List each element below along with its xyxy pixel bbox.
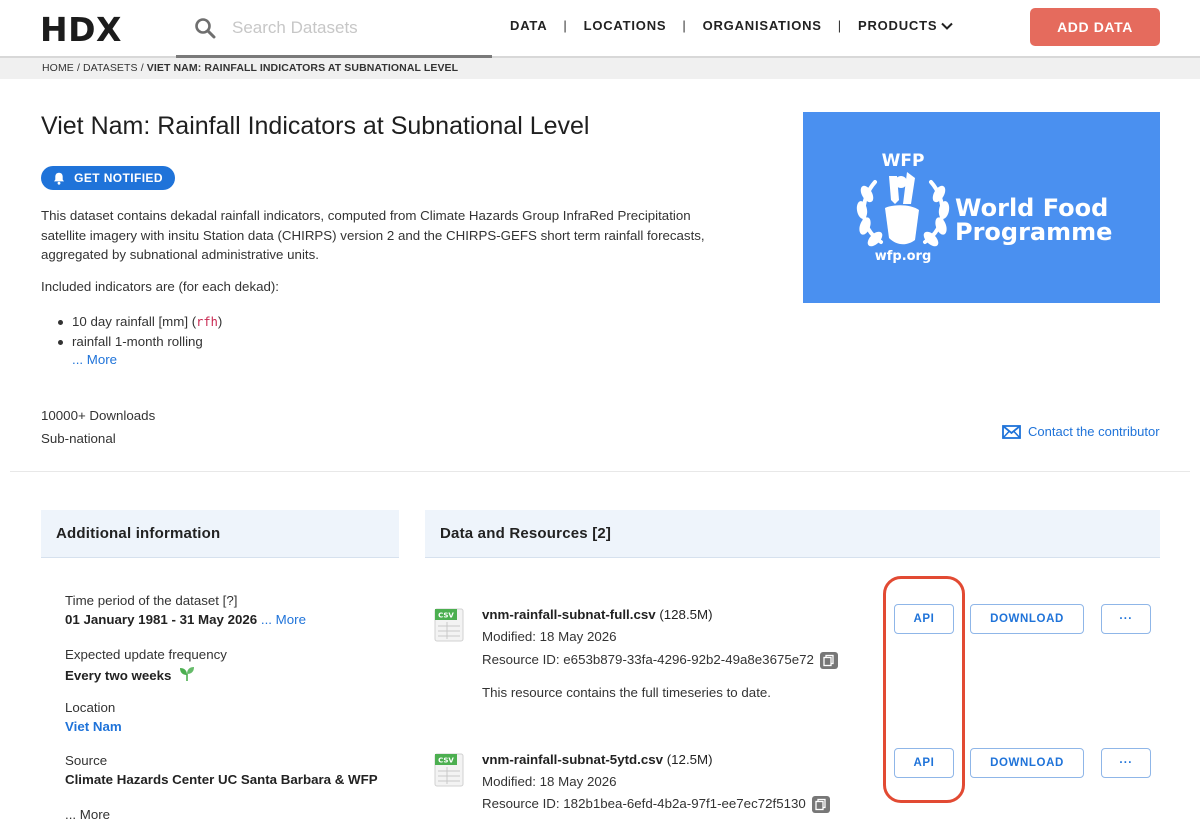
- wfp-logo-graphic: WFP wfp.org World Food Programme: [856, 151, 1112, 264]
- data-granularity: Sub-national: [41, 431, 116, 446]
- search-input[interactable]: [232, 16, 482, 40]
- description-line: This dataset contains dekadal rainfall i…: [41, 208, 691, 223]
- nav-products[interactable]: PRODUCTS: [857, 18, 954, 33]
- indicators-intro: Included indicators are (for each dekad)…: [41, 279, 280, 294]
- organisation-logo[interactable]: WFP wfp.org World Food Programme: [803, 112, 1160, 303]
- nav-separator: |: [563, 18, 568, 33]
- add-data-button[interactable]: ADD DATA: [1030, 8, 1160, 46]
- wfp-acronym: WFP: [882, 151, 925, 171]
- time-period-value: 01 January 1981 - 31 May 2026 ... More: [65, 612, 306, 627]
- resource-name: vnm-rainfall-subnat-full.csv: [482, 607, 656, 622]
- time-period-text: 01 January 1981 - 31 May 2026: [65, 612, 258, 627]
- download-button[interactable]: DOWNLOAD: [970, 748, 1084, 778]
- indicator-code: rfh: [196, 315, 218, 329]
- indicators-list: 10 day rainfall [mm] (rfh) rainfall 1-mo…: [58, 312, 222, 352]
- breadcrumb: HOME / DATASETS / VIET NAM: RAINFALL IND…: [42, 62, 458, 74]
- location-link[interactable]: Viet Nam: [65, 719, 122, 734]
- wfp-name-line2: Programme: [955, 218, 1112, 246]
- dataset-description: This dataset contains dekadal rainfall i…: [41, 206, 721, 265]
- source-label: Source: [65, 753, 108, 768]
- source-more-link[interactable]: ... More: [65, 807, 110, 820]
- resource-id: Resource ID: 182b1bea-6efd-4b2a-97f1-ee7…: [482, 796, 830, 813]
- resource-size: (12.5M): [666, 752, 713, 767]
- indicator-text: 10 day rainfall [mm] (: [72, 314, 197, 329]
- nav-data[interactable]: DATA: [510, 18, 547, 33]
- resource-title[interactable]: vnm-rainfall-subnat-full.csv (128.5M): [482, 607, 713, 622]
- breadcrumb-datasets[interactable]: DATASETS: [83, 62, 138, 74]
- sprout-icon: [180, 667, 195, 681]
- location-label: Location: [65, 700, 116, 715]
- additional-info-heading: Additional information: [41, 510, 399, 558]
- csv-file-icon: CSV: [434, 608, 464, 642]
- contact-contributor-link[interactable]: Contact the contributor: [1002, 424, 1160, 439]
- api-highlight-annotation: [883, 576, 965, 803]
- list-item: 10 day rainfall [mm] (rfh): [58, 312, 222, 332]
- nav-products-label: PRODUCTS: [857, 18, 938, 33]
- download-button[interactable]: DOWNLOAD: [970, 604, 1084, 634]
- resource-id-text: Resource ID: e653b879-33fa-4296-92b2-49a…: [482, 652, 814, 668]
- resource-modified: Modified: 18 May 2026: [482, 774, 617, 789]
- description-line: satellite imagery with insitu Station da…: [41, 227, 705, 243]
- more-options-button[interactable]: ···: [1101, 748, 1151, 778]
- wfp-url: wfp.org: [875, 249, 932, 264]
- resource-id-text: Resource ID: 182b1bea-6efd-4b2a-97f1-ee7…: [482, 796, 806, 812]
- nav-organisations[interactable]: ORGANISATIONS: [703, 18, 822, 33]
- download-count: 10000+ Downloads: [41, 408, 156, 423]
- copy-icon[interactable]: [811, 796, 830, 813]
- top-header: HDX DATA | LOCATIONS | ORGANISATIONS | P…: [0, 0, 1200, 58]
- resource-description: This resource contains the full timeseri…: [482, 685, 771, 700]
- resource-id: Resource ID: e653b879-33fa-4296-92b2-49a…: [482, 652, 838, 669]
- chevron-down-icon: [941, 22, 954, 30]
- get-notified-button[interactable]: GET NOTIFIED: [41, 166, 175, 190]
- nav-separator: |: [837, 18, 842, 33]
- indicator-text: rainfall 1-month rolling: [72, 334, 203, 349]
- time-period-label: Time period of the dataset [?]: [65, 593, 238, 608]
- csv-icon-label: CSV: [438, 612, 454, 620]
- resources-heading: Data and Resources [2]: [425, 510, 1160, 558]
- search-bar: [176, 0, 492, 58]
- breadcrumb-bar: HOME / DATASETS / VIET NAM: RAINFALL IND…: [0, 58, 1200, 79]
- copy-icon[interactable]: [819, 652, 838, 669]
- breadcrumb-home[interactable]: HOME: [42, 62, 74, 74]
- description-line: aggregated by subnational administrative…: [41, 247, 319, 262]
- update-frequency-value: Every two weeks: [65, 666, 195, 683]
- hdx-logo[interactable]: HDX: [40, 10, 122, 49]
- nav-locations[interactable]: LOCATIONS: [584, 18, 667, 33]
- time-period-more-link[interactable]: ... More: [261, 612, 306, 627]
- more-options-button[interactable]: ···: [1101, 604, 1151, 634]
- indicator-tail: ): [217, 314, 223, 329]
- bell-icon: [54, 172, 65, 185]
- update-frequency-label: Expected update frequency: [65, 647, 227, 662]
- contact-label: Contact the contributor: [1028, 424, 1160, 439]
- description-more-link[interactable]: ... More: [72, 352, 117, 367]
- resource-modified: Modified: 18 May 2026: [482, 629, 617, 644]
- section-divider: [10, 471, 1190, 472]
- resource-name: vnm-rainfall-subnat-5ytd.csv: [482, 752, 664, 767]
- update-frequency-text: Every two weeks: [65, 668, 172, 683]
- nav-separator: |: [682, 18, 687, 33]
- csv-file-icon: CSV: [434, 753, 464, 787]
- resource-title[interactable]: vnm-rainfall-subnat-5ytd.csv (12.5M): [482, 752, 713, 767]
- search-icon[interactable]: [194, 17, 216, 39]
- resource-size: (128.5M): [659, 607, 713, 622]
- breadcrumb-current: VIET NAM: RAINFALL INDICATORS AT SUBNATI…: [146, 62, 459, 74]
- list-item: rainfall 1-month rolling: [58, 332, 222, 352]
- envelope-icon: [1002, 424, 1021, 439]
- main-nav: DATA | LOCATIONS | ORGANISATIONS | PRODU…: [510, 18, 954, 33]
- csv-icon-label: CSV: [438, 757, 454, 765]
- get-notified-label: GET NOTIFIED: [74, 171, 163, 185]
- source-value: Climate Hazards Center UC Santa Barbara …: [65, 772, 378, 787]
- page-title: Viet Nam: Rainfall Indicators at Subnati…: [41, 112, 590, 140]
